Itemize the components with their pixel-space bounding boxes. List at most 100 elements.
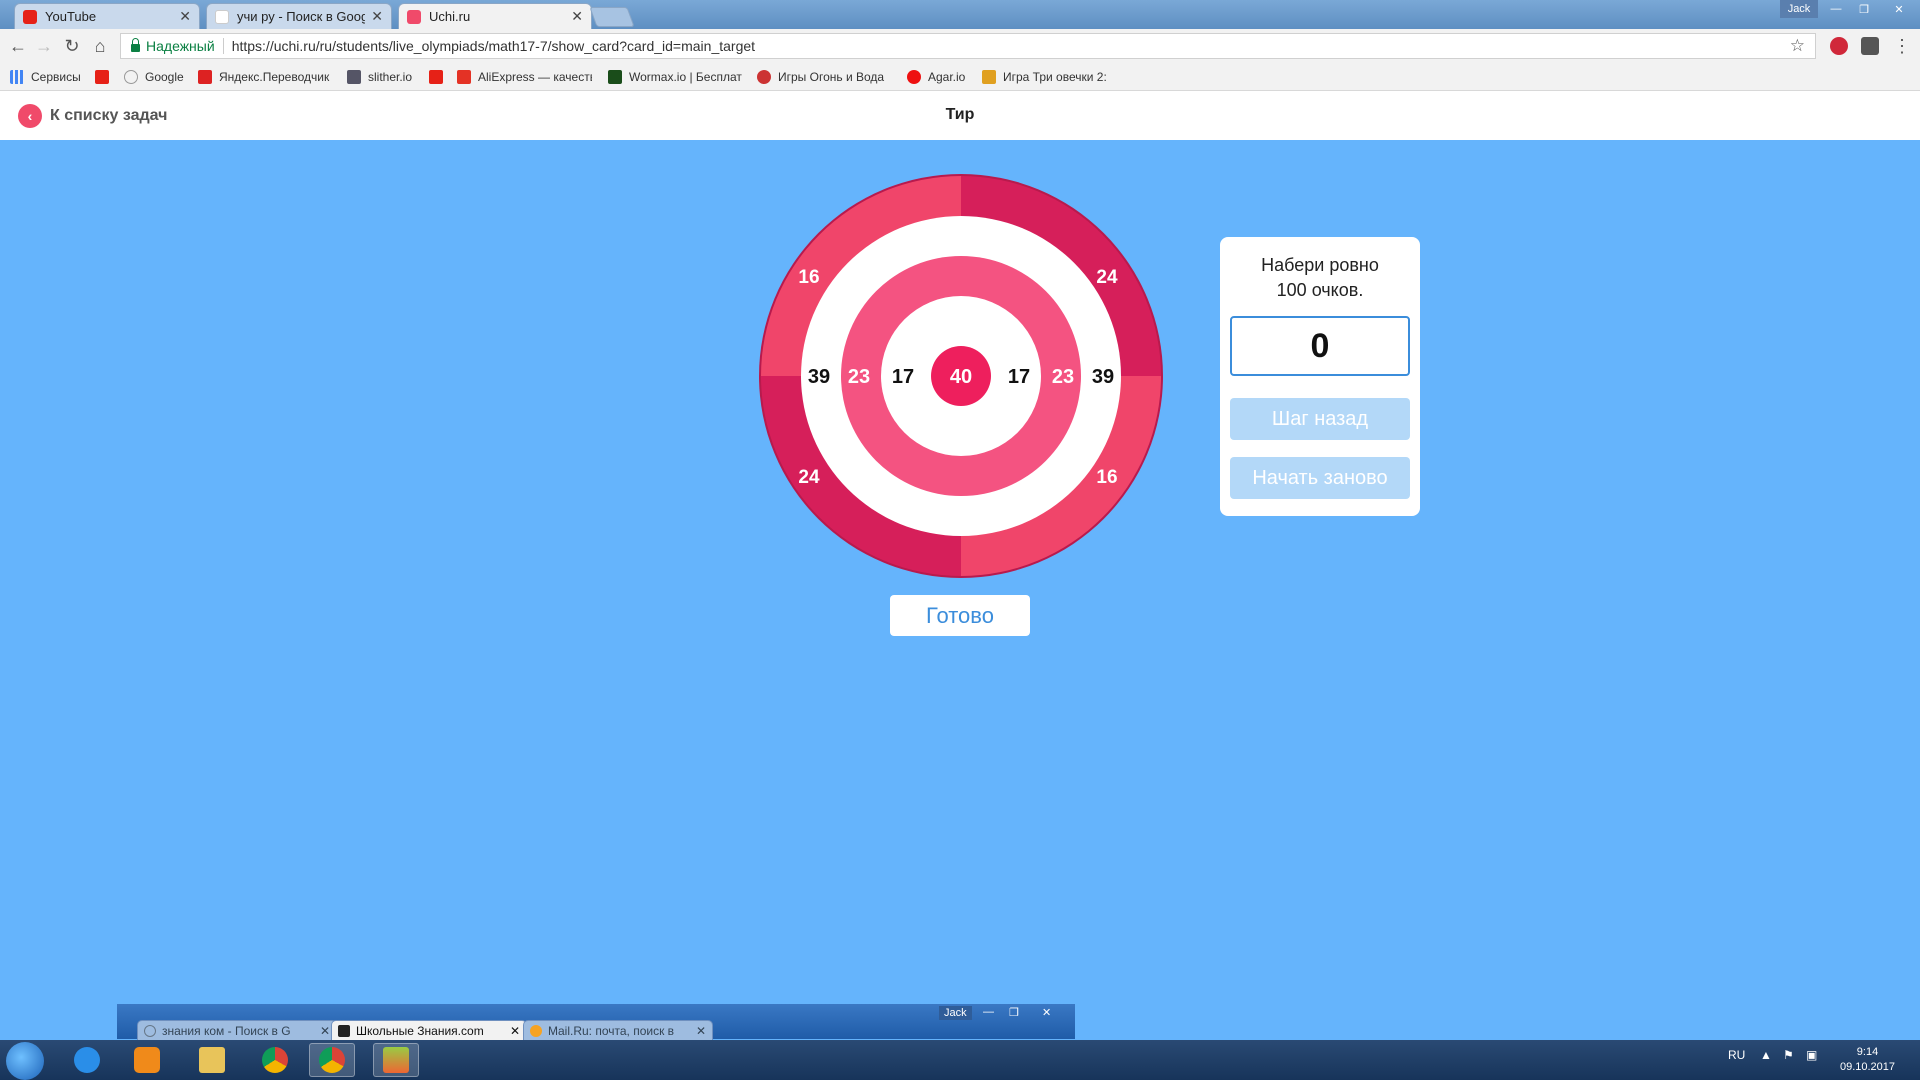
minimize-icon[interactable]: —: [1822, 0, 1850, 18]
bookmark-services[interactable]: Сервисы: [10, 68, 81, 86]
google-icon: [124, 70, 138, 84]
tab-label: знания ком - Поиск в G: [162, 1023, 291, 1038]
outer-ring-value-left: 39: [808, 366, 830, 388]
inner-ring-value-left: 17: [892, 366, 914, 388]
taskbar-internet-explorer[interactable]: [64, 1043, 110, 1077]
youtube-icon: [23, 9, 37, 24]
bookmark-yandex-translate[interactable]: Яндекс.Переводчик: [198, 68, 333, 86]
language-indicator[interactable]: RU: [1728, 1048, 1745, 1062]
bookmark-fire-water[interactable]: Игры Огонь и Вода: [757, 68, 892, 86]
windows-start-icon[interactable]: [6, 1042, 44, 1080]
tab-label: Uchi.ru: [429, 9, 471, 24]
forward-arrow-icon[interactable]: →: [34, 36, 54, 56]
second-browser-window: знания ком - Поиск в G ✕ Школьные Знания…: [117, 1004, 1075, 1040]
profile-button[interactable]: Jack: [939, 1006, 972, 1020]
tab-label: Школьные Знания.com: [356, 1023, 484, 1038]
tray-expand-icon[interactable]: ▲: [1760, 1048, 1772, 1062]
rim-value-top-left: 16: [798, 267, 819, 288]
fire-water-icon: [757, 70, 771, 84]
close-icon[interactable]: ✕: [320, 1024, 330, 1038]
apps-grid-icon: [10, 70, 24, 84]
restore-icon[interactable]: ❐: [1850, 0, 1878, 18]
close-icon[interactable]: ✕: [179, 8, 191, 25]
uchi-icon: [407, 9, 421, 24]
star-icon[interactable]: ☆: [1790, 36, 1805, 56]
media-player-icon: [134, 1047, 160, 1073]
done-button[interactable]: Готово: [890, 595, 1030, 636]
bookmark-google[interactable]: Google: [124, 68, 184, 86]
bookmark-agar[interactable]: Agar.io: [907, 68, 965, 86]
znaniya-icon: [338, 1024, 350, 1037]
reload-icon[interactable]: ↻: [62, 36, 82, 56]
minimize-icon[interactable]: —: [983, 1006, 994, 1018]
chrome-icon: [319, 1047, 345, 1073]
target-graphic: 40 17 17 23 23 39 39 16 24 24 16: [759, 174, 1163, 578]
action-center-flag-icon[interactable]: ⚑: [1783, 1048, 1794, 1062]
window-close-icon[interactable]: ✕: [1042, 1006, 1051, 1019]
agar-icon: [907, 70, 921, 84]
yandex-translate-icon: [198, 70, 212, 84]
rim-value-bottom-left: 24: [798, 467, 820, 488]
menu-icon[interactable]: ⋮: [1892, 36, 1912, 56]
tab-school-znaniya[interactable]: Школьные Знания.com ✕: [331, 1020, 527, 1040]
bookmark-label: AliExpress — качеств: [478, 70, 592, 84]
tab-youtube[interactable]: YouTube ✕: [14, 3, 200, 29]
slither-icon: [347, 70, 361, 84]
google-icon: [144, 1024, 156, 1037]
clock[interactable]: 9:14 09.10.2017: [1820, 1045, 1915, 1075]
bookmarks-bar: Сервисы Google Яндекс.Переводчик slither…: [0, 64, 1920, 91]
restore-icon[interactable]: ❐: [1009, 1006, 1019, 1019]
extension-icon[interactable]: [1861, 37, 1879, 55]
home-icon[interactable]: ⌂: [90, 36, 110, 56]
tab-mailru[interactable]: Mail.Ru: почта, поиск в ✕: [523, 1020, 713, 1040]
back-arrow-icon[interactable]: ←: [8, 36, 28, 56]
address-bar[interactable]: Надежный https://uchi.ru/ru/students/liv…: [120, 33, 1816, 59]
bookmark-wormax[interactable]: Wormax.io | Бесплат: [608, 68, 743, 86]
tab-uchi[interactable]: Uchi.ru ✕: [398, 3, 592, 29]
close-icon[interactable]: ✕: [510, 1024, 520, 1038]
tab-label: учи ру - Поиск в Google: [237, 9, 366, 24]
taskbar: RU ▲ ⚑ ▣ 9:14 09.10.2017: [0, 1040, 1920, 1080]
internet-explorer-icon: [74, 1047, 100, 1073]
rim-value-top-right: 24: [1096, 267, 1118, 288]
security-indicator[interactable]: Надежный: [131, 38, 215, 54]
bookmark-label: slither.io: [368, 70, 413, 84]
close-icon[interactable]: ✕: [571, 8, 583, 25]
taskbar-explorer[interactable]: [189, 1043, 235, 1077]
bookmark-aliexpress[interactable]: AliExpress — качеств: [457, 68, 592, 86]
youtube-icon: [95, 70, 109, 84]
folder-icon: [199, 1047, 225, 1073]
restart-button[interactable]: Начать заново: [1230, 457, 1410, 499]
inner-ring-value-right: 17: [1008, 366, 1030, 388]
divider: [222, 38, 224, 54]
step-back-button[interactable]: Шаг назад: [1230, 398, 1410, 440]
window-close-icon[interactable]: ✕: [1880, 0, 1918, 18]
profile-button[interactable]: Jack: [1780, 0, 1818, 18]
taskbar-media-player[interactable]: [124, 1043, 170, 1077]
target: 40 17 17 23 23 39 39 16 24 24 16: [758, 173, 1164, 584]
bookmark-label: Google: [145, 70, 184, 84]
url-text[interactable]: https://uchi.ru/ru/students/live_olympia…: [232, 38, 755, 54]
bookmark-slither[interactable]: slither.io: [347, 68, 412, 86]
tab-google-search[interactable]: учи ру - Поиск в Google ✕: [206, 3, 392, 29]
bookmark-youtube-2[interactable]: [429, 68, 450, 86]
taskbar-bluestacks[interactable]: [373, 1043, 419, 1077]
close-icon[interactable]: ✕: [696, 1024, 706, 1038]
taskbar-chrome[interactable]: [252, 1043, 298, 1077]
bookmark-three-sheep[interactable]: Игра Три овечки 2:: [982, 68, 1117, 86]
close-icon[interactable]: ✕: [371, 8, 383, 25]
adblock-extension-icon[interactable]: [1830, 37, 1848, 55]
bookmark-youtube[interactable]: [95, 68, 116, 86]
bookmark-label: Яндекс.Переводчик: [219, 70, 330, 84]
youtube-icon: [429, 70, 443, 84]
network-icon[interactable]: ▣: [1806, 1048, 1817, 1062]
tab-znaniya-search[interactable]: знания ком - Поиск в G ✕: [137, 1020, 337, 1040]
lock-icon: [131, 38, 140, 52]
bookmark-label: Сервисы: [31, 70, 81, 84]
task-text: Набери ровно 100 очков.: [1220, 253, 1420, 303]
bookmark-label: Wormax.io | Бесплат: [629, 70, 742, 84]
new-tab-button[interactable]: [589, 7, 635, 27]
rim-value-bottom-right: 16: [1096, 467, 1117, 488]
taskbar-chrome-active[interactable]: [309, 1043, 355, 1077]
google-icon: [215, 9, 229, 24]
